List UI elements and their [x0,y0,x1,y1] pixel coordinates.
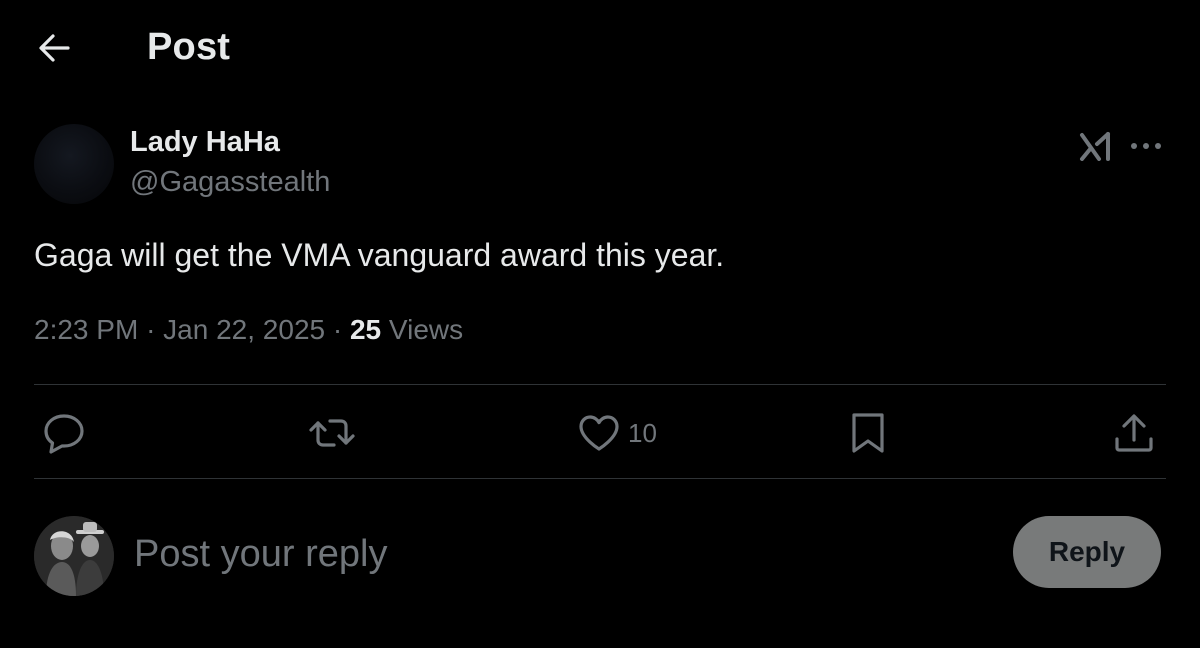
views-count: 25 [349,314,382,345]
post-date[interactable]: Jan 22, 2025 [163,314,325,345]
avatar-photo-icon [34,516,114,596]
more-icon [1131,143,1161,149]
like-count: 10 [628,417,657,448]
share-action-button[interactable] [1112,410,1156,456]
more-options-button[interactable] [1126,126,1166,166]
bookmark-action-button[interactable] [848,410,888,456]
reply-input[interactable] [134,530,934,578]
top-bar: Post [0,0,1200,96]
grok-icon [1080,132,1110,161]
like-action-button[interactable]: 10 [578,410,657,456]
repost-action-button[interactable] [308,410,356,456]
views-label: Views [388,314,464,345]
divider [34,384,1166,385]
grok-button[interactable] [1076,126,1116,166]
divider [34,478,1166,479]
back-button[interactable] [30,24,78,72]
author-avatar[interactable] [34,124,114,204]
repost-icon [309,419,355,447]
share-icon [1115,414,1153,452]
author-handle[interactable]: @Gagasstealth [130,166,330,199]
meta-separator: · [146,314,156,345]
post-meta: 2:23 PM · Jan 22, 2025 · 25 Views [34,314,463,346]
arrow-left-icon [39,34,70,62]
meta-separator: · [332,314,343,345]
reply-button[interactable]: Reply [1013,516,1161,588]
post-text: Gaga will get the VMA vanguard award thi… [34,237,725,273]
reply-action-button[interactable] [42,410,86,456]
post-time[interactable]: 2:23 PM [34,314,138,345]
current-user-avatar[interactable] [34,516,114,596]
bookmark-icon [852,413,884,453]
reply-bubble-icon [44,414,84,454]
heart-icon [579,415,619,451]
page-title: Post [147,26,231,68]
author-name[interactable]: Lady HaHa [130,126,280,159]
